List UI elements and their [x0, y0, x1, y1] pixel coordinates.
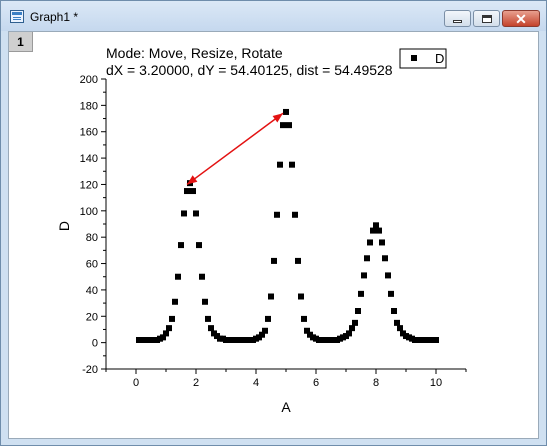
x-tick-label: 8: [373, 377, 379, 389]
arrow-head-end[interactable]: [187, 175, 198, 185]
y-tick-label: -20: [82, 364, 98, 376]
data-point[interactable]: [268, 293, 274, 300]
x-axis-title: A: [281, 399, 291, 415]
data-point[interactable]: [202, 298, 208, 305]
data-point[interactable]: [370, 227, 376, 234]
y-tick-label: 100: [80, 206, 98, 218]
data-point[interactable]: [184, 188, 190, 195]
data-point[interactable]: [178, 242, 184, 249]
data-point[interactable]: [292, 211, 298, 218]
data-point[interactable]: [298, 293, 304, 300]
x-tick-label: 4: [253, 377, 259, 389]
data-point[interactable]: [373, 222, 379, 229]
data-point[interactable]: [277, 161, 283, 168]
data-point[interactable]: [388, 290, 394, 297]
data-point[interactable]: [280, 122, 286, 129]
arrow-head-start[interactable]: [272, 113, 283, 123]
data-point[interactable]: [271, 257, 277, 264]
data-point[interactable]: [175, 273, 181, 280]
data-point[interactable]: [265, 315, 271, 322]
data-point[interactable]: [289, 161, 295, 168]
data-point[interactable]: [385, 272, 391, 279]
y-tick-label: 60: [86, 259, 98, 271]
data-point[interactable]: [355, 308, 361, 314]
data-point[interactable]: [346, 330, 352, 337]
scatter-series-d[interactable]: [136, 108, 439, 343]
data-point[interactable]: [283, 108, 289, 115]
x-tick-label: 6: [313, 377, 319, 389]
data-point[interactable]: [364, 255, 370, 262]
data-point[interactable]: [433, 337, 439, 343]
data-point[interactable]: [382, 255, 388, 262]
data-point[interactable]: [172, 298, 178, 305]
annotation-layer[interactable]: [186, 112, 284, 186]
data-point[interactable]: [190, 188, 196, 195]
data-point[interactable]: [391, 308, 397, 314]
mode-text: Mode: Move, Resize, Rotate: [106, 45, 283, 61]
data-point[interactable]: [274, 211, 280, 218]
legend[interactable]: D: [399, 48, 447, 69]
y-tick-label: 140: [80, 153, 98, 165]
x-tick-label: 2: [193, 377, 199, 389]
y-tick-label: 160: [80, 127, 98, 139]
x-tick-label: 0: [133, 377, 139, 389]
data-point[interactable]: [379, 239, 385, 246]
y-tick-label: 20: [86, 311, 98, 323]
data-point[interactable]: [376, 227, 382, 234]
data-point[interactable]: [199, 273, 205, 280]
data-point[interactable]: [397, 325, 403, 332]
y-axis-title: D: [56, 221, 72, 231]
data-point[interactable]: [301, 315, 307, 322]
data-point[interactable]: [169, 315, 175, 322]
data-point[interactable]: [394, 319, 400, 326]
data-point[interactable]: [205, 315, 211, 322]
graph-page[interactable]: 1 Mode: Move, Resize, Rotate dX = 3.2000…: [8, 31, 539, 439]
legend-marker: [411, 55, 417, 61]
data-point[interactable]: [181, 210, 187, 217]
y-tick-label: 200: [80, 74, 98, 86]
legend-label: D: [435, 51, 444, 66]
data-point[interactable]: [367, 239, 373, 246]
y-tick-label: 120: [80, 179, 98, 191]
data-point[interactable]: [358, 290, 364, 297]
data-point[interactable]: [286, 122, 292, 129]
y-tick-label: 80: [86, 232, 98, 244]
y-tick-label: 0: [92, 338, 98, 350]
data-point[interactable]: [193, 210, 199, 217]
data-point[interactable]: [262, 327, 268, 334]
data-point[interactable]: [166, 325, 172, 332]
measure-arrow-line[interactable]: [186, 112, 284, 186]
y-tick-label: 40: [86, 285, 98, 297]
data-point[interactable]: [208, 325, 214, 332]
plot-area[interactable]: Mode: Move, Resize, Rotate dX = 3.20000,…: [2, 2, 547, 448]
data-point[interactable]: [163, 330, 169, 337]
graph-window: Graph1 * ✕ 1 Mode: Move, Resize, Rotate …: [0, 0, 547, 446]
data-point[interactable]: [361, 272, 367, 279]
delta-readout: dX = 3.20000, dY = 54.40125, dist = 54.4…: [106, 62, 393, 78]
data-point[interactable]: [295, 257, 301, 264]
x-tick-label: 10: [430, 377, 442, 389]
data-point[interactable]: [352, 319, 358, 326]
data-point[interactable]: [196, 242, 202, 249]
data-point[interactable]: [349, 325, 355, 332]
y-tick-label: 180: [80, 100, 98, 112]
